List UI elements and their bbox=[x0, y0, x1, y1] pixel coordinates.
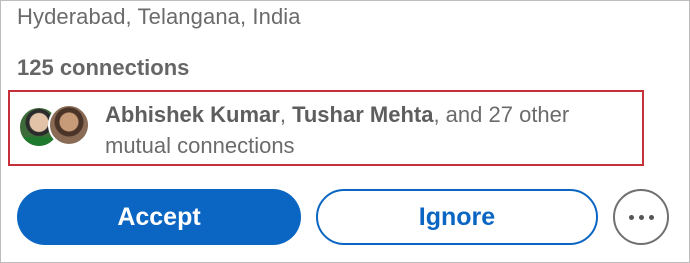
mutual-connections-section[interactable]: Abhishek Kumar, Tushar Mehta, and 27 oth… bbox=[8, 90, 644, 166]
mutual-name-1: Abhishek Kumar bbox=[105, 102, 280, 127]
more-horizontal-icon-dot bbox=[648, 214, 654, 220]
more-horizontal-icon-dot bbox=[638, 214, 644, 220]
profile-location: Hyderabad, Telangana, India bbox=[17, 4, 301, 29]
more-options-button[interactable] bbox=[613, 189, 669, 245]
avatar-mutual-2 bbox=[48, 104, 90, 146]
ignore-button[interactable]: Ignore bbox=[316, 189, 598, 245]
connections-count[interactable]: 125 connections bbox=[17, 55, 189, 81]
accept-button[interactable]: Accept bbox=[17, 189, 301, 245]
mutual-name-2: Tushar Mehta bbox=[292, 102, 434, 127]
more-horizontal-icon bbox=[628, 214, 634, 220]
mutual-connections-text: Abhishek Kumar, Tushar Mehta, and 27 oth… bbox=[105, 99, 640, 161]
mutual-separator: , bbox=[279, 102, 293, 127]
